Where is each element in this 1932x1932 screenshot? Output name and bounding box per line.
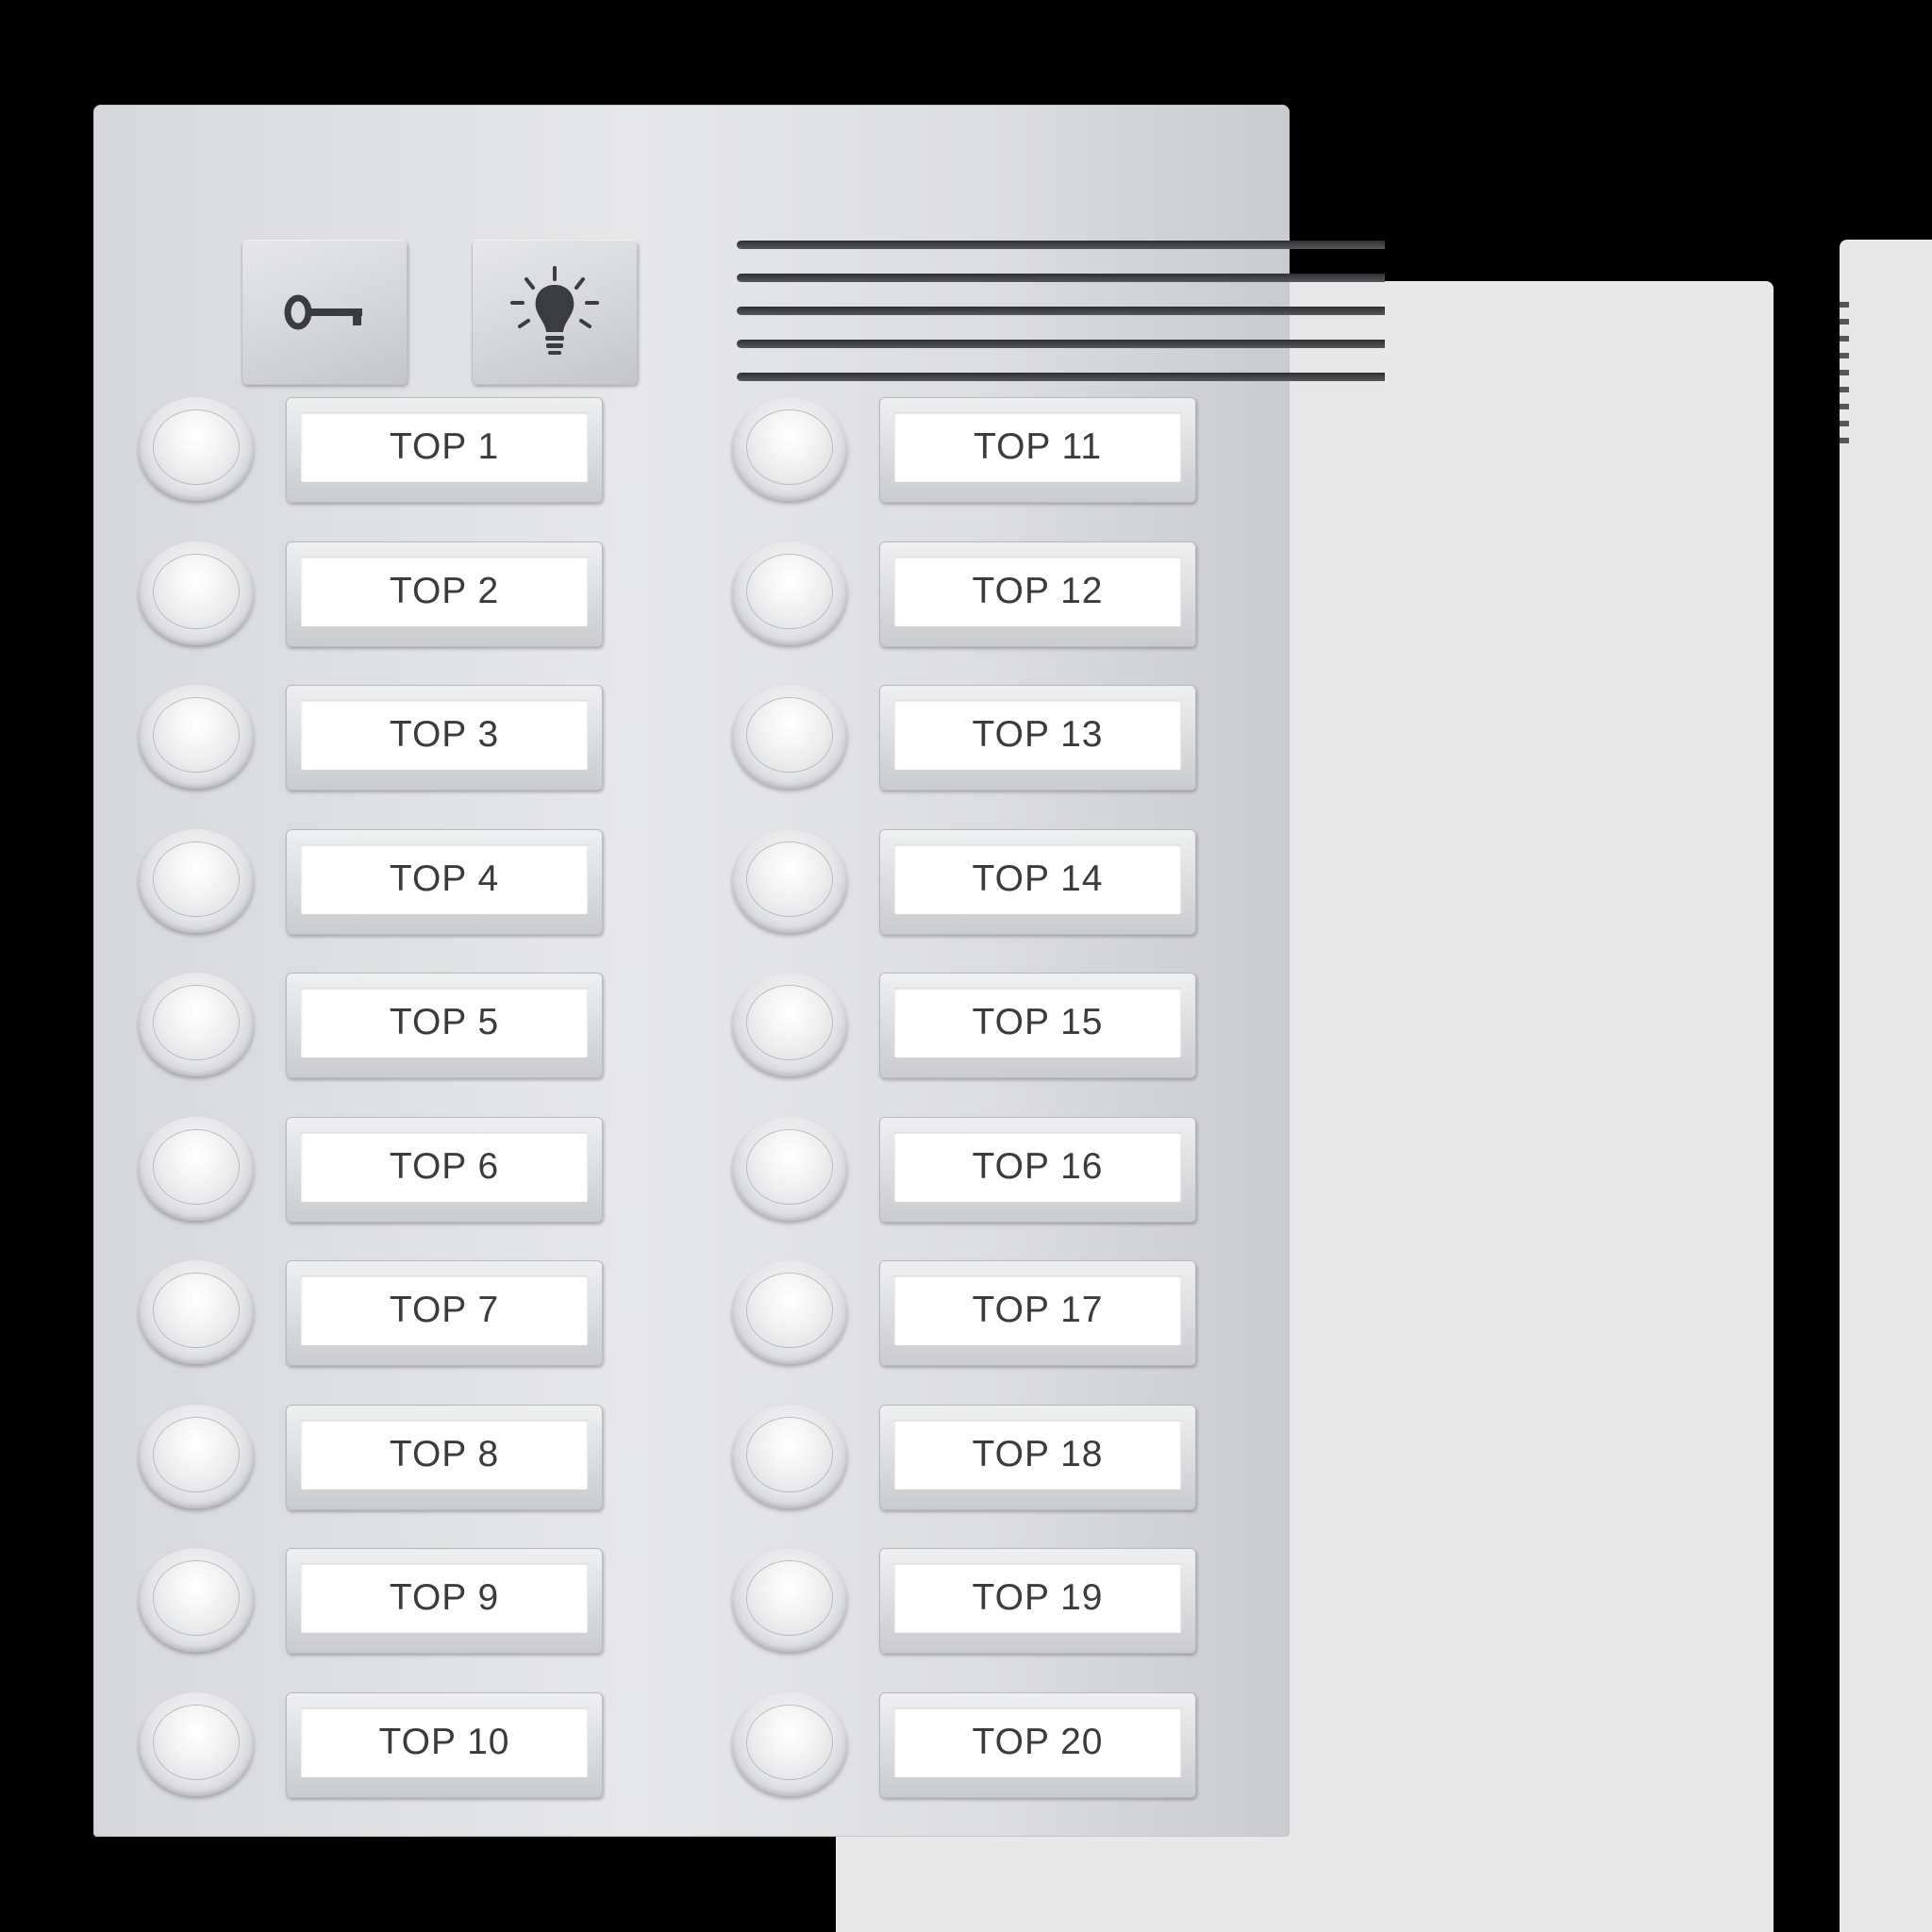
- bell-button[interactable]: [139, 397, 254, 501]
- name-plate-label: TOP 16: [894, 1131, 1181, 1202]
- speaker-line: [737, 241, 1385, 249]
- doorbell-row: TOP 5: [139, 973, 610, 1078]
- name-plate[interactable]: TOP 10: [286, 1691, 603, 1798]
- bell-button[interactable]: [139, 973, 254, 1076]
- speaker-line: [737, 307, 1385, 315]
- bell-button[interactable]: [139, 1260, 254, 1364]
- doorbell-row: TOP 18: [732, 1404, 1204, 1510]
- speaker-grille: [737, 235, 1385, 386]
- name-plate-label: TOP 8: [301, 1419, 588, 1490]
- name-plate[interactable]: TOP 7: [286, 1260, 603, 1366]
- speaker-line: [737, 340, 1385, 348]
- doorbell-row: TOP 14: [732, 828, 1204, 935]
- doorbell-row: TOP 9: [139, 1548, 610, 1654]
- name-plate[interactable]: TOP 15: [879, 973, 1196, 1078]
- doorbell-row: TOP 8: [139, 1404, 610, 1510]
- doorbell-row: TOP 17: [732, 1260, 1204, 1366]
- bell-button[interactable]: [732, 541, 847, 645]
- bell-button[interactable]: [732, 1116, 847, 1221]
- doorbell-row: TOP 6: [139, 1116, 610, 1223]
- name-plate[interactable]: TOP 3: [286, 685, 603, 791]
- name-plate[interactable]: TOP 18: [879, 1404, 1196, 1510]
- name-plate[interactable]: TOP 5: [286, 973, 603, 1078]
- name-plate-label: TOP 18: [894, 1419, 1181, 1490]
- doorbell-row: TOP 11: [732, 397, 1204, 503]
- doorbell-row: TOP 3: [139, 685, 610, 791]
- name-plate[interactable]: TOP 20: [879, 1691, 1196, 1798]
- bell-button[interactable]: [139, 828, 254, 933]
- name-plate[interactable]: TOP 16: [879, 1116, 1196, 1223]
- name-plate-label: TOP 12: [894, 556, 1181, 626]
- name-plate[interactable]: TOP 17: [879, 1260, 1196, 1366]
- name-plate-label: TOP 5: [301, 988, 588, 1058]
- doorbell-row: TOP 12: [732, 541, 1204, 647]
- name-plate-label: TOP 6: [301, 1131, 588, 1202]
- doorbell-row: TOP 20: [732, 1691, 1204, 1798]
- door-open-button[interactable]: [242, 240, 408, 385]
- bell-button[interactable]: [139, 1691, 254, 1796]
- name-plate-label: TOP 20: [894, 1707, 1181, 1777]
- bell-button[interactable]: [732, 1548, 847, 1652]
- name-plate-label: TOP 17: [894, 1275, 1181, 1345]
- bell-button[interactable]: [732, 1404, 847, 1508]
- screen: TOP 1 TOP 2 TOP 3 TOP 4 TOP 5 TOP 6 TOP 7 TOP 8…: [0, 0, 1932, 1932]
- name-plate-label: TOP 15: [894, 988, 1181, 1058]
- bell-button[interactable]: [139, 1116, 254, 1221]
- light-button[interactable]: [472, 240, 638, 385]
- name-plate[interactable]: TOP 2: [286, 541, 603, 647]
- bell-button[interactable]: [732, 1691, 847, 1796]
- name-plate-label: TOP 11: [894, 412, 1181, 482]
- doorbell-row: TOP 1: [139, 397, 610, 503]
- name-plate-label: TOP 19: [894, 1563, 1181, 1633]
- name-plate-label: TOP 13: [894, 700, 1181, 770]
- key-icon: [277, 289, 372, 336]
- name-plate[interactable]: TOP 4: [286, 828, 603, 935]
- name-plate-label: TOP 10: [301, 1707, 588, 1777]
- doorbell-row: TOP 15: [732, 973, 1204, 1078]
- bell-button[interactable]: [139, 541, 254, 645]
- lightbulb-icon: [503, 260, 607, 364]
- bell-button[interactable]: [139, 1548, 254, 1652]
- background-panel-edge: [1840, 240, 1932, 1932]
- name-plate-label: TOP 1: [301, 412, 588, 482]
- doorbell-row: TOP 2: [139, 541, 610, 647]
- name-plate[interactable]: TOP 13: [879, 685, 1196, 791]
- name-plate-label: TOP 2: [301, 556, 588, 626]
- bell-button[interactable]: [139, 685, 254, 789]
- name-plate-label: TOP 9: [301, 1563, 588, 1633]
- bell-button[interactable]: [732, 397, 847, 501]
- doorbell-row: TOP 7: [139, 1260, 610, 1366]
- bell-button[interactable]: [732, 685, 847, 789]
- bell-button[interactable]: [732, 1260, 847, 1364]
- speaker-line: [737, 373, 1385, 381]
- bell-button[interactable]: [732, 828, 847, 933]
- name-plate-label: TOP 3: [301, 700, 588, 770]
- doorbell-row: TOP 19: [732, 1548, 1204, 1654]
- name-plate-label: TOP 14: [894, 843, 1181, 914]
- name-plate[interactable]: TOP 19: [879, 1548, 1196, 1654]
- background-speaker-edge: [1840, 302, 1849, 453]
- name-plate-label: TOP 4: [301, 843, 588, 914]
- speaker-line: [737, 274, 1385, 282]
- name-plate-label: TOP 7: [301, 1275, 588, 1345]
- doorbell-row: TOP 13: [732, 685, 1204, 791]
- doorbell-row: TOP 4: [139, 828, 610, 935]
- bell-button[interactable]: [139, 1404, 254, 1508]
- name-plate[interactable]: TOP 12: [879, 541, 1196, 647]
- name-plate[interactable]: TOP 11: [879, 397, 1196, 503]
- bell-button[interactable]: [732, 973, 847, 1076]
- name-plate[interactable]: TOP 8: [286, 1404, 603, 1510]
- name-plate[interactable]: TOP 1: [286, 397, 603, 503]
- name-plate[interactable]: TOP 6: [286, 1116, 603, 1223]
- name-plate[interactable]: TOP 9: [286, 1548, 603, 1654]
- doorbell-row: TOP 16: [732, 1116, 1204, 1223]
- doorbell-row: TOP 10: [139, 1691, 610, 1798]
- name-plate[interactable]: TOP 14: [879, 828, 1196, 935]
